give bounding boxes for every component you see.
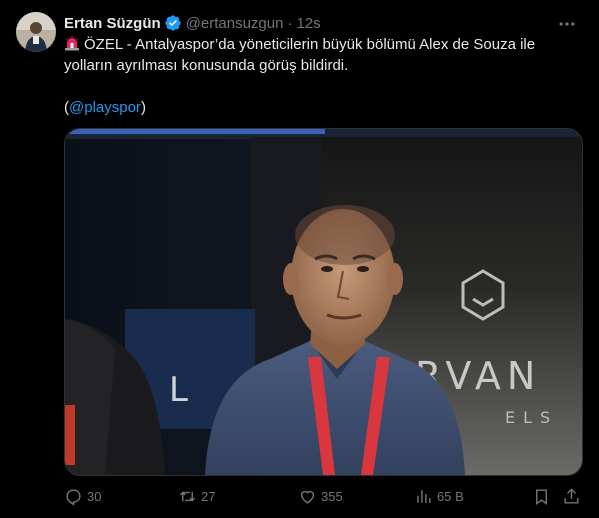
sign-subtext: ELS	[505, 408, 558, 427]
repost-button[interactable]: 27	[178, 484, 215, 508]
more-options-button[interactable]	[555, 12, 579, 36]
reply-count: 30	[87, 488, 102, 504]
avatar[interactable]	[16, 12, 56, 52]
bookmark-button[interactable]	[532, 484, 555, 508]
repost-count: 27	[201, 488, 216, 504]
like-count: 355	[321, 488, 343, 504]
author-name[interactable]: Ertan Süzgün	[64, 15, 161, 32]
mention-link[interactable]: @playspor	[69, 99, 141, 116]
sign-left-letter: L	[169, 370, 188, 410]
views-button[interactable]: 65 B	[414, 484, 464, 508]
bookmark-icon	[536, 488, 547, 505]
like-button[interactable]: 355	[298, 484, 343, 508]
heart-icon	[300, 490, 315, 504]
siren-emoji-icon	[64, 35, 80, 51]
views-chart-icon	[417, 489, 431, 503]
tweet-text: ÖZEL - Antalyaspor’da yöneticilerin büyü…	[64, 34, 584, 118]
paren-close: )	[140, 99, 146, 116]
photo-alex-de-souza: RVAN ELS L	[65, 129, 582, 475]
more-horizontal-icon	[559, 22, 575, 26]
author-handle[interactable]: @ertansuzgun	[186, 15, 284, 32]
tweet-actions: 30 27 355 65 B	[64, 484, 584, 508]
tweet-text-line-1: ÖZEL - Antalyaspor’da yöneticilerin büyü…	[64, 34, 584, 55]
view-count: 65 B	[437, 488, 464, 504]
timestamp[interactable]: 12s	[296, 15, 320, 32]
tweet-text-line1-content: ÖZEL - Antalyaspor’da yöneticilerin büyü…	[84, 36, 536, 53]
tweet-text-line-3: (@playspor)	[64, 97, 584, 118]
repost-icon	[179, 491, 196, 501]
separator-dot: ·	[287, 14, 293, 32]
tweet-media-image[interactable]: RVAN ELS L	[64, 128, 583, 476]
verified-badge-icon	[164, 14, 182, 32]
reply-icon	[66, 488, 81, 506]
tweet-text-line-2: yolların ayrılması konusunda görüş bildi…	[64, 57, 349, 74]
share-icon	[564, 487, 579, 504]
tweet-header: Ertan Süzgün @ertansuzgun · 12s	[64, 12, 321, 34]
share-button[interactable]	[562, 484, 585, 508]
tweet[interactable]: Ertan Süzgün @ertansuzgun · 12s ÖZEL - A…	[0, 0, 599, 518]
reply-button[interactable]: 30	[64, 484, 101, 508]
